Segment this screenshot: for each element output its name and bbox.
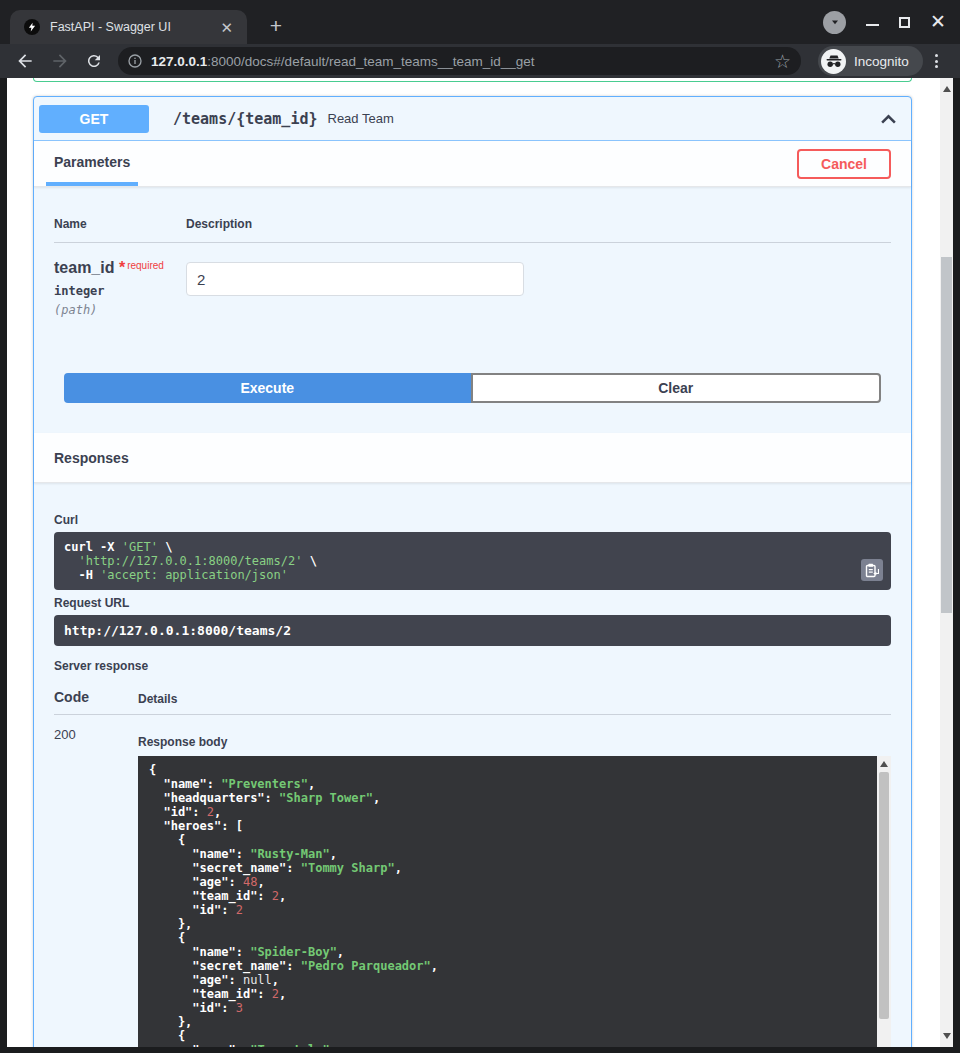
server-response-label: Server response (54, 659, 891, 673)
tab-parameters[interactable]: Parameters (46, 141, 138, 186)
tab-title: FastAPI - Swagger UI (50, 20, 216, 34)
page-scrollbar-thumb[interactable] (941, 257, 952, 613)
code-column-header: Code (54, 689, 138, 706)
curl-command: curl -X 'GET' \ 'http://127.0.0.1:8000/t… (64, 540, 851, 582)
request-url-value: http://127.0.0.1:8000/teams/2 (64, 623, 881, 638)
incognito-icon (821, 49, 846, 74)
tab-close-icon[interactable]: ✕ (216, 18, 237, 37)
browser-toolbar: 127.0.0.1:8000/docs#/default/read_team_t… (0, 44, 960, 78)
details-column-header: Details (138, 692, 891, 706)
response-body-json: { "name": "Preventers", "headquarters": … (138, 756, 891, 1047)
curl-block: curl -X 'GET' \ 'http://127.0.0.1:8000/t… (54, 532, 891, 590)
page-scrollbar[interactable] (940, 78, 953, 1047)
reload-button[interactable] (83, 50, 105, 72)
minimize-button[interactable] (866, 24, 879, 26)
responses-header: Responses (34, 433, 911, 483)
execute-button[interactable]: Execute (64, 373, 471, 403)
required-star: * (119, 259, 125, 276)
address-bar[interactable]: 127.0.0.1:8000/docs#/default/read_team_t… (118, 47, 801, 75)
response-row: 200 Response body { "name": "Preventers"… (54, 715, 891, 1047)
page-scroll-up-icon[interactable] (943, 86, 951, 92)
op-path: /teams/{team_id} (173, 110, 318, 128)
new-tab-button[interactable]: + (262, 13, 290, 41)
copy-to-clipboard-icon[interactable] (861, 559, 883, 581)
status-code: 200 (54, 727, 138, 1047)
param-location: (path) (54, 304, 186, 317)
incognito-badge: Incognito (818, 46, 923, 76)
responses-body: Curl curl -X 'GET' \ 'http://127.0.0.1:8… (34, 483, 911, 1047)
responses-title: Responses (54, 450, 129, 466)
browser-titlebar: FastAPI - Swagger UI ✕ + ✕ (0, 0, 960, 44)
swagger-page: GET /teams/{team_id} Read Team Parameter… (7, 78, 953, 1047)
opblock-get-read-team: GET /teams/{team_id} Read Team Parameter… (33, 96, 912, 1047)
scrollbar-thumb[interactable] (879, 772, 889, 1019)
tab-search-icon[interactable] (823, 11, 846, 34)
browser-menu-icon[interactable] (935, 54, 938, 68)
maximize-button[interactable] (899, 17, 910, 28)
page-scroll-down-icon[interactable] (943, 1033, 951, 1039)
bookmark-star-icon[interactable]: ☆ (774, 52, 791, 71)
parameters-header: Parameters Cancel (34, 141, 911, 187)
method-badge: GET (39, 105, 149, 133)
response-body-scrollbar[interactable] (877, 756, 891, 1047)
required-label: required (127, 260, 164, 271)
request-url-block: http://127.0.0.1:8000/teams/2 (54, 615, 891, 646)
param-type: integer (54, 285, 186, 298)
response-body-label: Response body (138, 735, 891, 749)
window-close-button[interactable]: ✕ (930, 13, 946, 31)
team-id-input[interactable] (186, 262, 524, 296)
url-text: 127.0.0.1:8000/docs#/default/read_team_t… (151, 54, 774, 69)
site-info-icon[interactable] (127, 53, 143, 69)
curl-label: Curl (54, 513, 891, 527)
response-body-block: { "name": "Preventers", "headquarters": … (138, 756, 891, 1047)
parameter-row: team_id *required integer (path) (54, 243, 891, 317)
clear-button[interactable]: Clear (471, 373, 882, 403)
request-url-label: Request URL (54, 596, 891, 610)
col-name-header: Name (54, 217, 186, 231)
back-button[interactable] (14, 50, 36, 72)
col-description-header: Description (186, 217, 891, 231)
forward-button[interactable] (49, 50, 71, 72)
parameters-body: Name Description team_id *required integ… (34, 217, 911, 433)
previous-opblock-edge (33, 78, 912, 82)
scroll-up-icon[interactable] (880, 761, 888, 767)
param-name: team_id *required (54, 259, 186, 278)
browser-tab[interactable]: FastAPI - Swagger UI ✕ (10, 10, 247, 44)
collapse-chevron-icon[interactable] (880, 112, 897, 126)
cancel-button[interactable]: Cancel (797, 149, 891, 179)
op-summary-text: Read Team (328, 111, 394, 126)
fastapi-favicon-icon (24, 19, 40, 35)
opblock-summary[interactable]: GET /teams/{team_id} Read Team (34, 97, 911, 141)
